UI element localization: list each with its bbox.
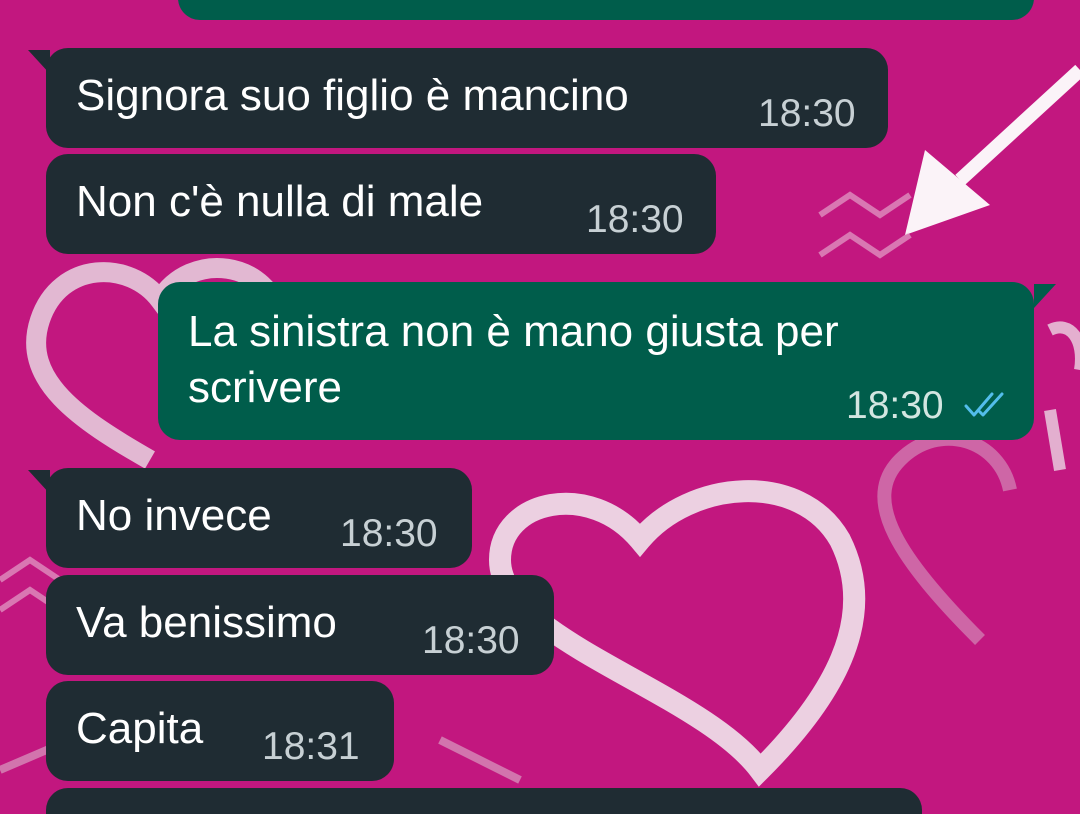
bubble-tail: [1034, 284, 1056, 308]
message-text: Va benissimo: [76, 598, 337, 647]
message-time: 18:30: [846, 384, 944, 427]
message-text: Capita: [76, 704, 204, 753]
message-bubble[interactable]: Capita 18:31: [46, 681, 394, 781]
message-time: 18:30: [422, 619, 520, 662]
message-bubble-partial[interactable]: [178, 0, 1034, 20]
read-double-check-icon: [964, 392, 1004, 417]
message-time: 18:30: [340, 512, 438, 555]
message-time: 18:30: [586, 198, 684, 241]
message-bubble[interactable]: Va benissimo 18:30: [46, 575, 554, 675]
message-bubble[interactable]: Signora suo figlio è mancino 18:30: [46, 48, 888, 148]
message-text: Non c'è nulla di male: [76, 177, 484, 226]
message-text: No invece: [76, 491, 272, 540]
message-time: 18:30: [758, 92, 856, 135]
message-bubble[interactable]: Non c'è nulla di male 18:30: [46, 154, 716, 254]
message-bubble[interactable]: No invece 18:30: [46, 468, 472, 568]
message-bubble-partial[interactable]: [46, 788, 922, 814]
message-bubble[interactable]: La sinistra non è mano giusta per scrive…: [158, 282, 1034, 440]
message-text: Signora suo figlio è mancino: [76, 71, 629, 120]
message-time: 18:31: [262, 725, 360, 768]
